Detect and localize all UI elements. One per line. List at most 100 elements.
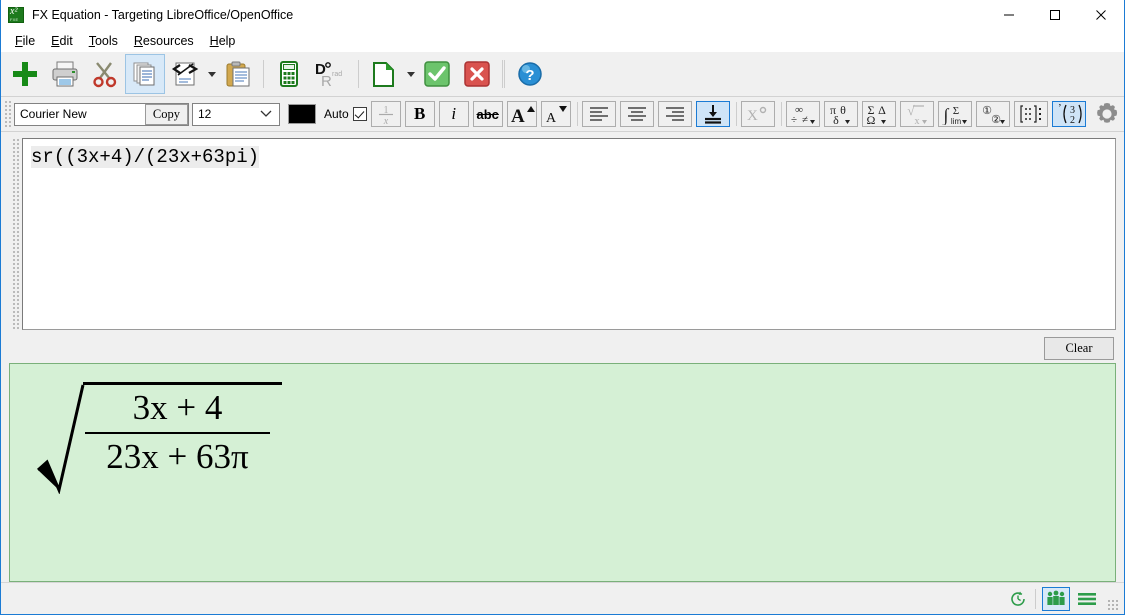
people-group-icon[interactable] [1042, 586, 1070, 611]
svg-text:rad: rad [332, 71, 342, 78]
svg-text:’: ’ [1058, 102, 1062, 114]
format-toolbar-grip[interactable] [3, 100, 11, 128]
clear-row: Clear [1, 330, 1124, 363]
maximize-button[interactable] [1032, 0, 1078, 30]
fraction-denominator: 23x + 63π [106, 436, 249, 476]
greek-palette-button[interactable]: π θ δ [823, 101, 858, 127]
auto-label: Auto [324, 107, 349, 121]
decrease-font-button[interactable]: A [540, 101, 571, 127]
svg-text:lim: lim [951, 117, 962, 125]
equation-input[interactable]: sr((3x+4)/(23x+63pi) [22, 138, 1116, 330]
libreoffice-doc-dropdown-arrow[interactable] [404, 54, 417, 94]
cancel-icon[interactable] [457, 54, 497, 94]
svg-text:?: ? [525, 67, 534, 84]
align-center-button[interactable] [619, 101, 654, 127]
copy-font-button[interactable]: Copy [144, 103, 188, 125]
menu-bar: FFileile Edit Tools Resources Help [1, 30, 1124, 52]
cut-icon[interactable] [85, 54, 125, 94]
format-separator [576, 102, 578, 126]
strikethrough-button[interactable]: abc [472, 101, 503, 127]
circled-number-button[interactable]: ① ② [975, 101, 1010, 127]
sum-palette-button[interactable]: Σ Δ Ω [861, 101, 896, 127]
copy-as-code-icon[interactable] [165, 54, 205, 94]
italic-button[interactable]: i [438, 101, 469, 127]
equation-preview[interactable]: 3x + 4 23x + 63π [9, 363, 1116, 582]
fx-equation-app-icon [8, 6, 24, 23]
toolbar-separator [358, 60, 359, 88]
align-bottom-button[interactable] [695, 101, 730, 127]
paste-icon[interactable] [218, 54, 258, 94]
svg-text:2: 2 [1070, 115, 1075, 126]
auto-checkbox[interactable] [352, 107, 367, 121]
accept-icon[interactable] [417, 54, 457, 94]
copy-icon[interactable] [125, 54, 165, 94]
copy-as-code-dropdown-arrow[interactable] [205, 54, 218, 94]
rendered-equation: 3x + 4 23x + 63π [36, 382, 282, 494]
minimize-button[interactable] [986, 0, 1032, 30]
menu-item-resources[interactable]: Resources [127, 32, 203, 50]
equation-input-text: sr((3x+4)/(23x+63pi) [31, 146, 260, 168]
libreoffice-doc-icon[interactable] [364, 54, 404, 94]
font-name-field[interactable]: Courier New Copy [14, 102, 189, 126]
svg-text:A: A [511, 106, 525, 125]
radical-vinculum [83, 382, 282, 385]
binomial-button[interactable]: ’ 3 2 [1051, 101, 1086, 127]
editor-area: sr((3x+4)/(23x+63pi) [1, 132, 1124, 330]
align-left-button[interactable] [581, 101, 616, 127]
menu-lines-icon[interactable] [1073, 587, 1101, 611]
svg-text:÷: ÷ [791, 114, 797, 125]
font-name-value: Courier New [20, 107, 87, 121]
svg-text:Σ: Σ [952, 105, 958, 117]
history-clock-icon[interactable] [1004, 587, 1032, 611]
window-controls [986, 0, 1124, 30]
svg-text:θ: θ [840, 103, 846, 117]
resize-grip[interactable] [1107, 599, 1120, 612]
align-right-button[interactable] [657, 101, 692, 127]
text-color-swatch[interactable] [288, 104, 316, 124]
svg-text:R: R [321, 73, 332, 89]
toolbar-separator [502, 60, 503, 88]
increase-font-button[interactable]: A [506, 101, 537, 127]
menu-item-edit[interactable]: Edit [44, 32, 82, 50]
menu-item-file[interactable]: FFileile [8, 32, 44, 50]
degrees-radians-icon[interactable]: D R rad [309, 54, 353, 94]
calculator-icon[interactable] [269, 54, 309, 94]
svg-text:≠: ≠ [802, 114, 808, 125]
menu-item-tools[interactable]: Tools [82, 32, 127, 50]
fraction-button[interactable]: 1 x [370, 101, 401, 127]
radical-sign-icon [36, 382, 91, 494]
fraction-numerator: 3x + 4 [132, 388, 223, 427]
root-palette-button[interactable]: √ x [899, 101, 934, 127]
status-bar [1, 582, 1124, 614]
matrix-button[interactable] [1013, 101, 1048, 127]
menu-item-help[interactable]: Help [203, 32, 245, 50]
close-button[interactable] [1078, 0, 1124, 30]
svg-text:A: A [546, 111, 557, 125]
editor-grip[interactable] [11, 138, 19, 330]
main-toolbar: D R rad ? [1, 52, 1124, 97]
svg-text:δ: δ [833, 113, 839, 125]
settings-gear-button[interactable] [1090, 101, 1124, 127]
fraction: 3x + 4 23x + 63π [85, 382, 270, 480]
svg-text:x: x [914, 116, 919, 125]
window-title: FX Equation - Targeting LibreOffice/Open… [32, 7, 294, 22]
help-icon[interactable]: ? [510, 54, 550, 94]
integral-palette-button[interactable]: ∫ Σ lim [937, 101, 972, 127]
superscript-button[interactable]: X [740, 101, 775, 127]
new-icon[interactable] [5, 54, 45, 94]
svg-text:X: X [747, 108, 758, 124]
title-bar: FX Equation - Targeting LibreOffice/Open… [1, 0, 1124, 30]
svg-text:∫: ∫ [942, 105, 949, 125]
print-icon[interactable] [45, 54, 85, 94]
format-separator [735, 102, 737, 126]
font-size-select[interactable]: 12 [192, 102, 280, 126]
toolbar-separator [504, 60, 505, 88]
chevron-down-icon [260, 110, 272, 117]
toolbar-separator [263, 60, 264, 88]
clear-button[interactable]: Clear [1044, 336, 1114, 360]
operators-palette-button[interactable]: ∞ ÷ ≠ [785, 101, 820, 127]
format-toolbar: Courier New Copy 12 Auto 1 x B i abc A A… [1, 97, 1124, 132]
bold-button[interactable]: B [404, 101, 435, 127]
status-separator [1035, 588, 1036, 609]
format-separator [780, 102, 782, 126]
